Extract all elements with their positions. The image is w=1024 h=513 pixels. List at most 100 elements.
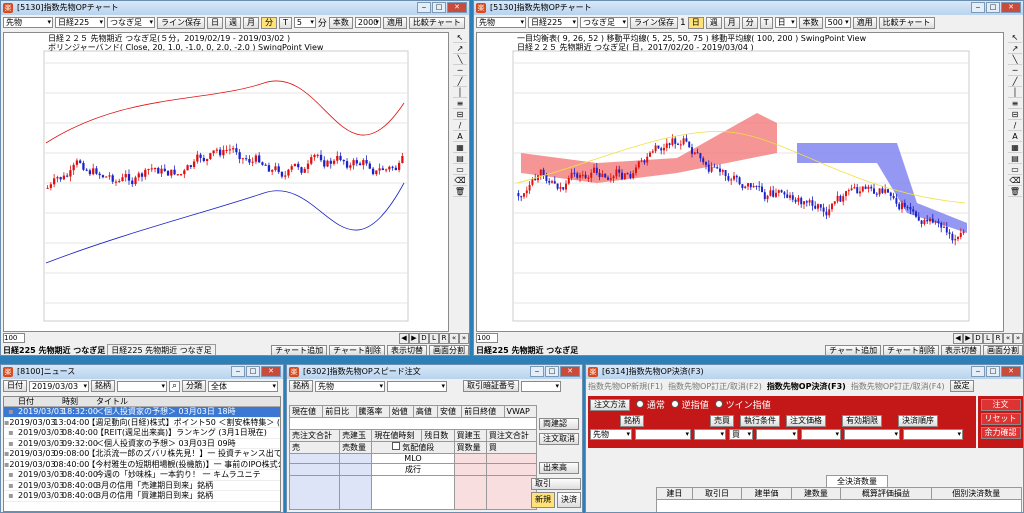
- l-button[interactable]: L: [983, 332, 993, 344]
- volume-button[interactable]: 出来高: [539, 462, 579, 474]
- underlying-select[interactable]: 日経225: [55, 17, 105, 28]
- box-icon[interactable]: ▭: [1008, 164, 1022, 175]
- tab-settle-modify[interactable]: 指数先物OP訂正/取消(F4): [851, 381, 945, 392]
- period-select[interactable]: つなぎ足: [580, 17, 628, 28]
- close-button[interactable]: ✕: [1001, 366, 1021, 377]
- apply-button[interactable]: 適用: [382, 16, 407, 29]
- count-input[interactable]: 2000: [354, 17, 381, 28]
- add-chart-button[interactable]: チャート追加: [825, 344, 882, 355]
- grid-icon[interactable]: ▦: [453, 142, 467, 153]
- tick-button[interactable]: T: [279, 16, 292, 29]
- side-select[interactable]: 買: [729, 429, 753, 440]
- maximize-button[interactable]: □: [545, 366, 559, 377]
- method-twin-radio[interactable]: [714, 400, 723, 408]
- trash-icon[interactable]: 🗑: [453, 186, 467, 197]
- text-icon[interactable]: A: [453, 131, 467, 142]
- compare-chart-button[interactable]: 比較チャート: [408, 16, 465, 29]
- month-button[interactable]: 月: [243, 16, 259, 29]
- scroll-right[interactable]: ▶: [409, 332, 419, 344]
- r-button[interactable]: R: [439, 332, 449, 344]
- interval-select[interactable]: 日: [774, 17, 797, 28]
- close-button[interactable]: ✕: [261, 366, 281, 377]
- trash-icon[interactable]: 🗑: [1008, 186, 1022, 197]
- mlo-cell[interactable]: MLO: [371, 453, 455, 464]
- cursor-icon[interactable]: ↖: [1008, 32, 1022, 43]
- zoom-input[interactable]: 100: [3, 333, 25, 343]
- count-input[interactable]: 500: [824, 17, 851, 28]
- settle-order-select[interactable]: [903, 429, 963, 440]
- month-select[interactable]: [694, 429, 726, 440]
- pin-input[interactable]: [521, 380, 561, 392]
- category-select[interactable]: 全体: [208, 380, 278, 392]
- scroll-right[interactable]: ▶: [963, 332, 973, 344]
- condition-select[interactable]: [756, 429, 798, 440]
- expiry-select[interactable]: [844, 429, 900, 440]
- delete-chart-button[interactable]: チャート削除: [883, 344, 939, 355]
- instrument-select[interactable]: 先物: [476, 17, 526, 28]
- instrument-select[interactable]: 先物: [3, 17, 53, 28]
- news-row[interactable]: ▪ 2019/03/03 09:08:00 【北浜流一郎のズバリ株先見！】一 投資チャ…: [4, 449, 280, 460]
- d-button[interactable]: D: [973, 332, 983, 344]
- method-stop-radio[interactable]: [670, 400, 679, 408]
- minute-button[interactable]: 分: [741, 16, 758, 29]
- close-button[interactable]: ✕: [1001, 2, 1021, 13]
- period-select[interactable]: つなぎ足: [107, 17, 155, 28]
- l-button[interactable]: L: [429, 332, 439, 344]
- scroll-left[interactable]: ◀: [953, 332, 963, 344]
- eraser-icon[interactable]: ⌫: [1008, 175, 1022, 186]
- underlying-select[interactable]: 日経225: [528, 17, 578, 28]
- minimize-button[interactable]: ‒: [231, 366, 245, 377]
- scroll-left[interactable]: ◀: [399, 332, 409, 344]
- news-row[interactable]: ▪ 2019/03/03 13:04:00 【週足動向(日経)株式】ポイント50 ＜割…: [4, 418, 280, 428]
- price-input[interactable]: [801, 429, 841, 440]
- line-icon[interactable]: │: [453, 87, 467, 98]
- split-screen-button[interactable]: 画面分割: [983, 344, 1023, 355]
- week-button[interactable]: 週: [705, 16, 722, 29]
- settle-button[interactable]: 決済: [557, 492, 581, 508]
- ticker-select[interactable]: 先物: [315, 380, 385, 392]
- d-button[interactable]: D: [419, 332, 429, 344]
- eraser-icon[interactable]: ⌫: [453, 175, 467, 186]
- candlestick-chart[interactable]: 一目均衡表( 9, 26, 52 ) 移動平均線( 5, 25, 50, 75 …: [476, 32, 1004, 332]
- first-button[interactable]: «: [1003, 332, 1013, 344]
- ticker-input[interactable]: [117, 380, 167, 392]
- news-row[interactable]: ▪ 2019/03/03 08:40:00 3月の信用「売建期日到来」銘柄: [4, 481, 280, 491]
- contract-select[interactable]: [635, 429, 691, 440]
- tick-button[interactable]: T: [759, 16, 773, 29]
- line-icon[interactable]: │: [1008, 87, 1022, 98]
- settings-button[interactable]: 設定: [949, 380, 974, 392]
- cancel-order-button[interactable]: 注文取消: [539, 433, 579, 445]
- news-row[interactable]: ▪ 2019/03/03 08:40:00 【REIT(週足出来高)】ランキング (3…: [4, 428, 280, 439]
- line-icon[interactable]: ╲: [1008, 54, 1022, 65]
- news-row[interactable]: ▪ 2019/03/03 08:40:00 【今村雅生の短期相場観(投機筋)】一 事前…: [4, 460, 280, 470]
- close-button[interactable]: ✕: [447, 2, 467, 13]
- method-normal-radio[interactable]: [636, 400, 644, 408]
- grid-icon[interactable]: ▦: [1008, 142, 1022, 153]
- compare-chart-button[interactable]: 比較チャート: [878, 16, 935, 29]
- interval-select[interactable]: 5: [293, 17, 316, 28]
- news-row[interactable]: ▪ 2019/03/03 09:32:00 ＜個人投資家の予想＞ 03月03日 09時: [4, 439, 280, 449]
- text-icon[interactable]: A: [1008, 131, 1022, 142]
- delete-chart-button[interactable]: チャート削除: [329, 344, 385, 355]
- minute-button[interactable]: 分: [261, 16, 277, 29]
- line-icon[interactable]: /: [1008, 120, 1022, 131]
- last-button[interactable]: »: [1013, 332, 1023, 344]
- cursor-icon[interactable]: ↖: [453, 32, 467, 43]
- line-save-button[interactable]: ライン保存: [630, 16, 678, 29]
- maximize-button[interactable]: □: [246, 366, 260, 377]
- apply-button[interactable]: 適用: [852, 16, 877, 29]
- minimize-button[interactable]: ‒: [971, 366, 985, 377]
- r-button[interactable]: R: [993, 332, 1003, 344]
- submit-order-button[interactable]: 注文: [980, 399, 1021, 411]
- reset-button[interactable]: リセット: [980, 413, 1021, 425]
- news-row[interactable]: ▪ 2019/03/03 08:40:00 今週の「妙味株」一本釣り！ 一 キムラユニ…: [4, 470, 280, 481]
- line-icon[interactable]: /: [453, 120, 467, 131]
- minimize-button[interactable]: ‒: [530, 366, 544, 377]
- switch-view-button[interactable]: 表示切替: [387, 344, 427, 355]
- maximize-button[interactable]: □: [986, 366, 1000, 377]
- close-button[interactable]: ✕: [560, 366, 580, 377]
- first-button[interactable]: «: [449, 332, 459, 344]
- line-save-button[interactable]: ライン保存: [157, 16, 205, 29]
- cursor-icon[interactable]: ↗: [1008, 43, 1022, 54]
- month-button[interactable]: 月: [723, 16, 740, 29]
